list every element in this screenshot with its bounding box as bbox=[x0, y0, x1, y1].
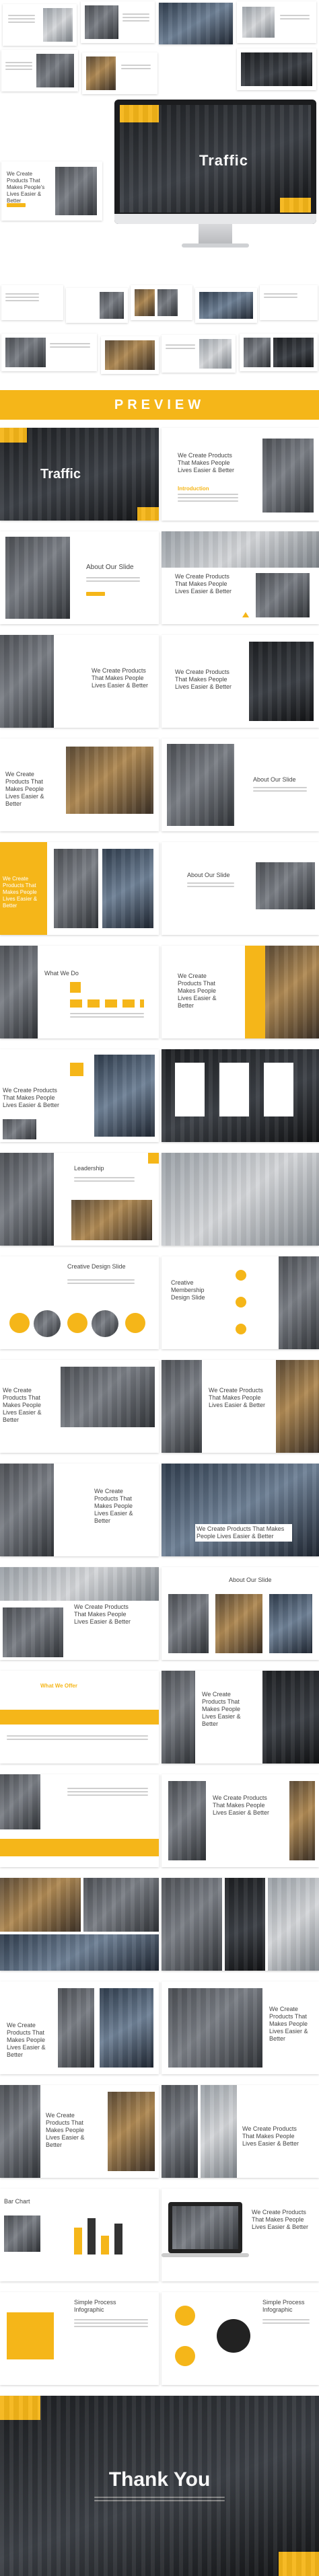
preview-page: Traffic We Create Products That Makes Pe… bbox=[0, 0, 319, 2576]
slide-introduction: We Create Products That Makes People Liv… bbox=[162, 428, 319, 521]
preview-banner: PREVIEW bbox=[0, 390, 319, 420]
slide-products-text-14: We Create Products That Makes People Liv… bbox=[213, 1794, 270, 1816]
slide-products-text-3: We Create Products That Makes People Liv… bbox=[175, 669, 232, 690]
slide-products-10: We Create Products That Makes People Liv… bbox=[162, 1464, 319, 1556]
slide-title-traffic: Traffic bbox=[0, 428, 159, 521]
slide-products-text-19: We Create Products That Makes People Liv… bbox=[242, 2125, 299, 2147]
collage-slide-2 bbox=[81, 1, 155, 43]
slide-about-title-3: About Our Slide bbox=[187, 872, 230, 878]
slide-thank-you: Thank You bbox=[0, 2396, 319, 2576]
slide-intro-text: We Create Products That Makes People Liv… bbox=[178, 452, 235, 473]
slide-products-text-6: We Create Products That Makes People Liv… bbox=[3, 1087, 60, 1108]
slide-process-title-1: Simple Process Infographic bbox=[74, 2299, 116, 2313]
slide-products-6: We Create Products That Makes People Liv… bbox=[0, 1049, 159, 1142]
slide-process-title-2: Simple Process Infographic bbox=[262, 2299, 305, 2313]
slide-products-text-20: We Create Products That Makes People Liv… bbox=[252, 2209, 309, 2230]
collage-slide-16 bbox=[162, 335, 236, 373]
slide-products-8: We Create Products That Makes People Liv… bbox=[162, 1360, 319, 1453]
slide-products-text-5: We Create Products That Makes People Liv… bbox=[3, 876, 38, 909]
slide-products-text-11: We Create Products That Makes People Liv… bbox=[74, 1603, 131, 1625]
slide-about-title-2: About Our Slide bbox=[253, 776, 296, 783]
slide-products-text-12: We Create Products That Makes People Liv… bbox=[202, 1691, 241, 1727]
slide-products-text-18: We Create Products That Makes People Liv… bbox=[46, 2112, 85, 2148]
slide-products-text: We Create Products That Makes People Liv… bbox=[175, 573, 232, 595]
slide-products-16: We Create Products That Makes People Liv… bbox=[0, 1981, 159, 2074]
slide-products-17: We Create Products That Makes People Liv… bbox=[162, 1981, 319, 2074]
collage-slide-9 bbox=[1, 285, 63, 320]
slide-process-2: Simple Process Infographic bbox=[162, 2292, 319, 2385]
collage-slide-1 bbox=[3, 4, 77, 46]
collage-slide-8: We Create Products That Makes People's L… bbox=[1, 161, 102, 221]
collage-slide-10 bbox=[66, 288, 128, 323]
slide-products-9: We Create Products That Makes People Liv… bbox=[0, 1464, 159, 1556]
slide-products-1: We Create Products That Makes People Liv… bbox=[162, 531, 319, 624]
slide-creative-title: Creative Design Slide bbox=[67, 1263, 126, 1270]
slide-leadership-title: Leadership bbox=[74, 1165, 104, 1172]
slide-crosswalk bbox=[162, 1153, 319, 1246]
slide-about-title: About Our Slide bbox=[86, 564, 134, 571]
slide-bar-chart-title: Bar Chart bbox=[4, 2198, 30, 2205]
slide-products-text-10: We Create Products That Makes People Liv… bbox=[195, 1524, 292, 1542]
slide-leadership: Leadership bbox=[0, 1153, 159, 1246]
slide-products-text-16: We Create Products That Makes People Liv… bbox=[7, 2022, 46, 2058]
slide-process-1: Simple Process Infographic bbox=[0, 2292, 159, 2385]
collage-tagline: We Create Products That Makes People's L… bbox=[7, 171, 45, 204]
collage-slide-12 bbox=[195, 288, 257, 323]
collage-slide-5 bbox=[1, 50, 78, 91]
collage-slide-7 bbox=[237, 48, 316, 90]
slide-intro-sub: Introduction bbox=[178, 486, 209, 492]
slide-products-15 bbox=[162, 1878, 319, 1971]
slide-membership: Creative Membership Design Slide bbox=[162, 1256, 319, 1349]
slide-title-text: Traffic bbox=[40, 467, 81, 482]
slide-products-text-2: We Create Products That Makes People Liv… bbox=[92, 667, 149, 689]
collage-slide-6 bbox=[82, 52, 157, 94]
slide-products-text-17: We Create Products That Makes People Liv… bbox=[269, 2006, 308, 2042]
collage-slide-11 bbox=[131, 285, 192, 320]
slide-products-2: We Create Products That Makes People Liv… bbox=[0, 635, 159, 728]
slide-products-11: We Create Products That Makes People Liv… bbox=[0, 1567, 159, 1660]
slide-products-14: We Create Products That Makes People Liv… bbox=[162, 1774, 319, 1867]
slide-team: We Create Products That Makes People Liv… bbox=[162, 946, 319, 1038]
slide-about-3: About Our Slide bbox=[162, 842, 319, 935]
slide-membership-title: Creative Membership Design Slide bbox=[171, 1279, 205, 1301]
slide-products-7: We Create Products That Makes People Liv… bbox=[0, 1360, 159, 1453]
slide-products-5: We Create Products That Makes People Liv… bbox=[0, 842, 159, 935]
slide-about-4: About Our Slide bbox=[162, 1567, 319, 1660]
slide-what-we-offer: What We Offer bbox=[0, 1671, 159, 1764]
slide-products-text-9: We Create Products That Makes People Liv… bbox=[94, 1488, 133, 1524]
slide-products-4: We Create Products That Makes People Liv… bbox=[0, 738, 159, 831]
slide-cards bbox=[162, 1049, 319, 1142]
collage-slide-17 bbox=[240, 334, 318, 371]
collage-slide-15 bbox=[101, 336, 159, 374]
slide-about-1: About Our Slide bbox=[0, 531, 159, 624]
slide-creative-design: Creative Design Slide bbox=[0, 1256, 159, 1349]
slide-products-12: We Create Products That Makes People Liv… bbox=[162, 1671, 319, 1764]
slide-laptop: We Create Products That Makes People Liv… bbox=[162, 2189, 319, 2281]
collage-slide-3 bbox=[159, 3, 233, 44]
slide-products-text-8: We Create Products That Makes People Liv… bbox=[209, 1387, 266, 1408]
slide-products-text-4: We Create Products That Makes People Liv… bbox=[5, 771, 44, 807]
slide-gallery bbox=[0, 1878, 159, 1971]
slide-about-title-4: About Our Slide bbox=[229, 1577, 272, 1583]
slide-whatwedo-title: What We Do bbox=[44, 970, 79, 977]
slide-what-we-do: What We Do bbox=[0, 946, 159, 1038]
collage-slide-13 bbox=[260, 285, 318, 320]
monitor-mockup: Traffic bbox=[114, 100, 316, 261]
preview-label: PREVIEW bbox=[114, 397, 205, 412]
collage-slide-4 bbox=[237, 1, 316, 43]
slide-team-text: We Create Products That Makes People Liv… bbox=[178, 973, 217, 1009]
slide-about-2: About Our Slide bbox=[162, 738, 319, 831]
slide-offer-title: What We Offer bbox=[40, 1683, 77, 1689]
slide-products-13 bbox=[0, 1774, 159, 1867]
slide-products-3: We Create Products That Makes People Liv… bbox=[162, 635, 319, 728]
monitor-title: Traffic bbox=[199, 152, 249, 169]
thank-you-title: Thank You bbox=[108, 2468, 211, 2491]
slide-products-19: We Create Products That Makes People Liv… bbox=[162, 2085, 319, 2178]
collage-slide-14 bbox=[1, 334, 97, 371]
slide-bar-chart: Bar Chart bbox=[0, 2189, 159, 2281]
slide-products-text-7: We Create Products That Makes People Liv… bbox=[3, 1387, 42, 1423]
slide-products-18: We Create Products That Makes People Liv… bbox=[0, 2085, 159, 2178]
